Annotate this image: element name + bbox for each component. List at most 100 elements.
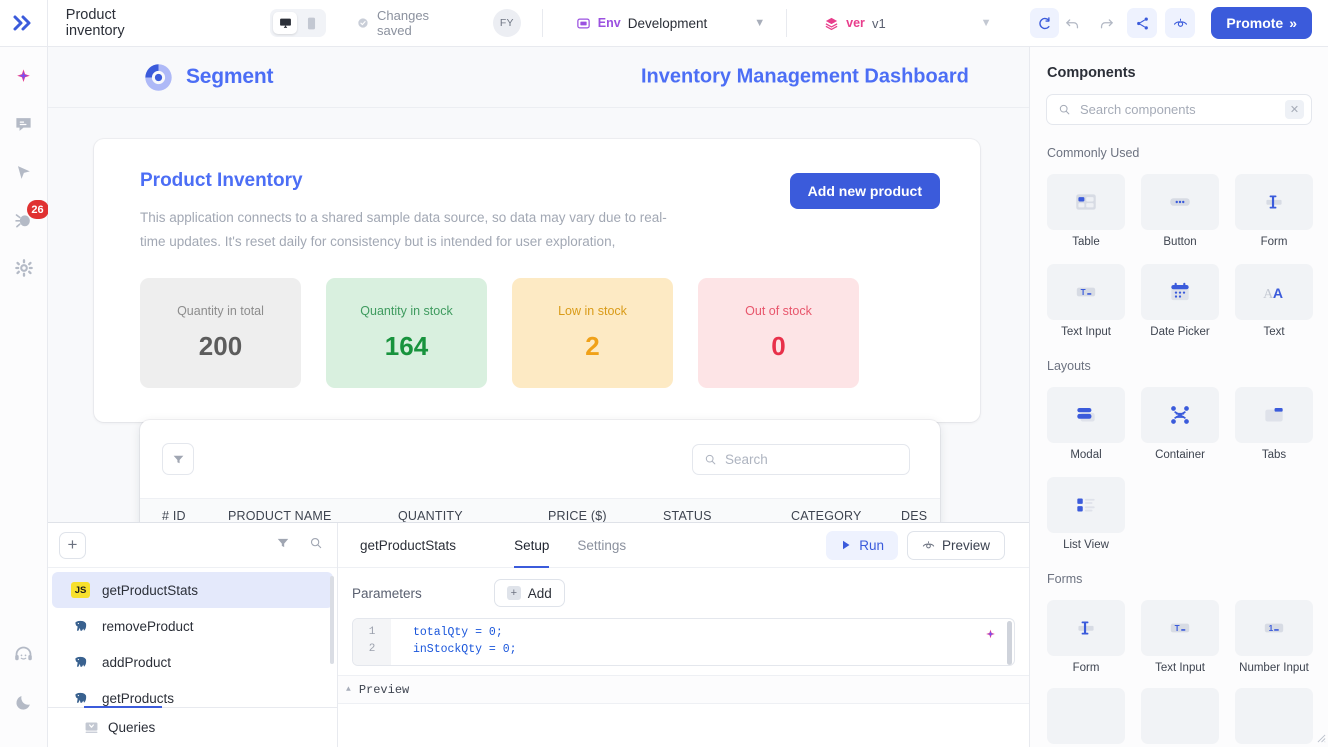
share-button[interactable] — [1127, 8, 1158, 38]
table-column-header[interactable]: DES — [901, 509, 940, 523]
filter-icon — [173, 455, 183, 463]
component-tile-partial[interactable] — [1141, 688, 1219, 744]
stat-card-out-of-stock: Out of stock 0 — [698, 278, 859, 389]
tab-setup[interactable]: Setup — [514, 523, 550, 568]
rail-bottom-group — [7, 637, 41, 747]
app-title[interactable]: Product inventory — [66, 7, 178, 39]
component-tile-form[interactable]: Form — [1235, 174, 1313, 248]
component-tile-partial[interactable] — [1235, 688, 1313, 744]
rail-item-settings[interactable] — [7, 251, 41, 285]
undo-icon — [1066, 18, 1079, 28]
component-tile-form-2[interactable]: Form — [1047, 600, 1125, 674]
query-list-scrollbar[interactable] — [330, 576, 334, 664]
tile-icon-wrap — [1047, 477, 1125, 533]
code-content[interactable]: totalQty = 0; inStockQty = 0; — [391, 619, 1014, 665]
component-tile-list-view[interactable]: List View — [1047, 477, 1125, 551]
query-list-tools — [276, 536, 323, 555]
stat-label: Quantity in stock — [360, 304, 453, 319]
bottom-panel-tab-queries[interactable]: Queries — [48, 706, 337, 747]
component-tile-button[interactable]: Button — [1141, 174, 1219, 248]
tile-icon-wrap — [1047, 387, 1125, 443]
redo-button[interactable] — [1093, 10, 1119, 36]
preview-app-button[interactable] — [1165, 8, 1196, 38]
query-search-button[interactable] — [309, 536, 323, 555]
query-item-addproduct[interactable]: addProduct — [52, 644, 333, 680]
query-item-removeproduct[interactable]: removeProduct — [52, 608, 333, 644]
run-query-button[interactable]: Run — [826, 530, 898, 560]
rail-item-magic[interactable] — [7, 59, 41, 93]
promote-chevrons: » — [1289, 15, 1298, 31]
code-editor[interactable]: 1 2 totalQty = 0; inStockQty = 0; — [352, 618, 1015, 666]
tile-label: Date Picker — [1150, 326, 1210, 338]
table-filter-button[interactable] — [162, 443, 194, 475]
resize-grip-icon[interactable] — [1317, 734, 1326, 745]
postgres-icon — [71, 617, 90, 635]
version-selector[interactable]: ver v1 ▼ — [824, 16, 992, 31]
rail-item-code-comment[interactable] — [7, 107, 41, 141]
env-key-label: Env — [597, 16, 621, 30]
avatar[interactable]: FY — [492, 9, 521, 37]
add-parameter-button[interactable]: + Add — [493, 579, 565, 607]
add-query-button[interactable]: + — [59, 531, 86, 559]
component-tile-table[interactable]: Table — [1047, 174, 1125, 248]
component-tile-tabs[interactable]: Tabs — [1235, 387, 1313, 461]
add-parameter-label: Add — [527, 585, 552, 601]
product-logo[interactable] — [0, 0, 48, 47]
component-grid-commonly-used: Table Button Form T Text Input Date Pick… — [1030, 160, 1328, 338]
rail-item-dark-mode[interactable] — [7, 685, 41, 719]
component-tile-text-input-2[interactable]: T Text Input — [1141, 600, 1219, 674]
component-tile-text-input[interactable]: T Text Input — [1047, 264, 1125, 338]
query-filter-button[interactable] — [276, 536, 290, 555]
brand-name: Segment — [186, 65, 274, 88]
undo-button[interactable] — [1059, 10, 1085, 36]
share-icon — [1137, 17, 1148, 29]
top-bar: Product inventory Changes saved FY Env D… — [0, 0, 1328, 47]
table-column-header[interactable]: PRODUCT NAME — [228, 509, 398, 523]
env-value-label: Development — [627, 15, 708, 31]
device-mobile-button[interactable] — [299, 12, 323, 34]
list-view-icon — [1077, 498, 1095, 512]
query-editor-name[interactable]: getProductStats — [360, 538, 456, 553]
rail-item-debug[interactable]: 26 — [7, 200, 49, 237]
preview-section-toggle[interactable]: ▲ Preview — [338, 675, 1029, 704]
add-new-product-button[interactable]: Add new product — [789, 173, 940, 209]
components-search-input[interactable]: Search components ✕ — [1046, 94, 1312, 125]
code-scrollbar[interactable] — [1007, 621, 1012, 665]
close-icon[interactable]: ✕ — [1285, 100, 1304, 119]
table-column-header[interactable]: PRICE ($) — [548, 509, 663, 523]
chevron-down-icon[interactable]: ▼ — [754, 17, 765, 29]
promote-button[interactable]: Promote » — [1211, 7, 1313, 39]
tile-icon-wrap — [1235, 688, 1313, 744]
table-search-input[interactable]: Search — [692, 443, 910, 475]
line-number: 2 — [368, 643, 376, 655]
gear-icon — [14, 259, 33, 277]
save-status-label: Changes saved — [377, 8, 430, 38]
device-desktop-button[interactable] — [273, 12, 298, 34]
triangle-up-icon: ▲ — [346, 685, 351, 694]
form-icon — [1266, 195, 1282, 209]
component-tile-container[interactable]: Container — [1141, 387, 1219, 461]
table-column-header[interactable]: CATEGORY — [791, 509, 901, 523]
chevron-down-icon[interactable]: ▼ — [981, 17, 992, 29]
component-tile-modal[interactable]: Modal — [1047, 387, 1125, 461]
component-tile-partial[interactable] — [1047, 688, 1125, 744]
table-column-header[interactable]: STATUS — [663, 509, 791, 523]
rail-item-pointer[interactable] — [7, 155, 41, 189]
device-toggle[interactable] — [270, 9, 327, 37]
component-tile-date-picker[interactable]: Date Picker — [1141, 264, 1219, 338]
table-column-header[interactable]: # ID — [140, 509, 228, 523]
rail-item-support[interactable] — [7, 637, 41, 671]
component-tile-text[interactable]: A A Text — [1235, 264, 1313, 338]
query-item-getproducts[interactable]: getProducts — [52, 680, 333, 707]
refresh-button[interactable] — [1029, 8, 1060, 38]
query-item-getproductstats[interactable]: JS getProductStats — [52, 572, 333, 608]
env-selector[interactable]: Env Development ▼ — [576, 16, 765, 31]
version-key-label: ver — [846, 16, 865, 30]
mobile-icon — [307, 17, 315, 29]
component-tile-number-input[interactable]: 1 Number Input — [1235, 600, 1313, 674]
tabs-icon — [1265, 407, 1283, 422]
table-column-header[interactable]: QUANTITY — [398, 509, 548, 523]
tab-settings[interactable]: Settings — [577, 523, 626, 568]
ai-assist-button[interactable] — [980, 624, 1000, 644]
preview-query-button[interactable]: Preview — [906, 530, 1005, 560]
